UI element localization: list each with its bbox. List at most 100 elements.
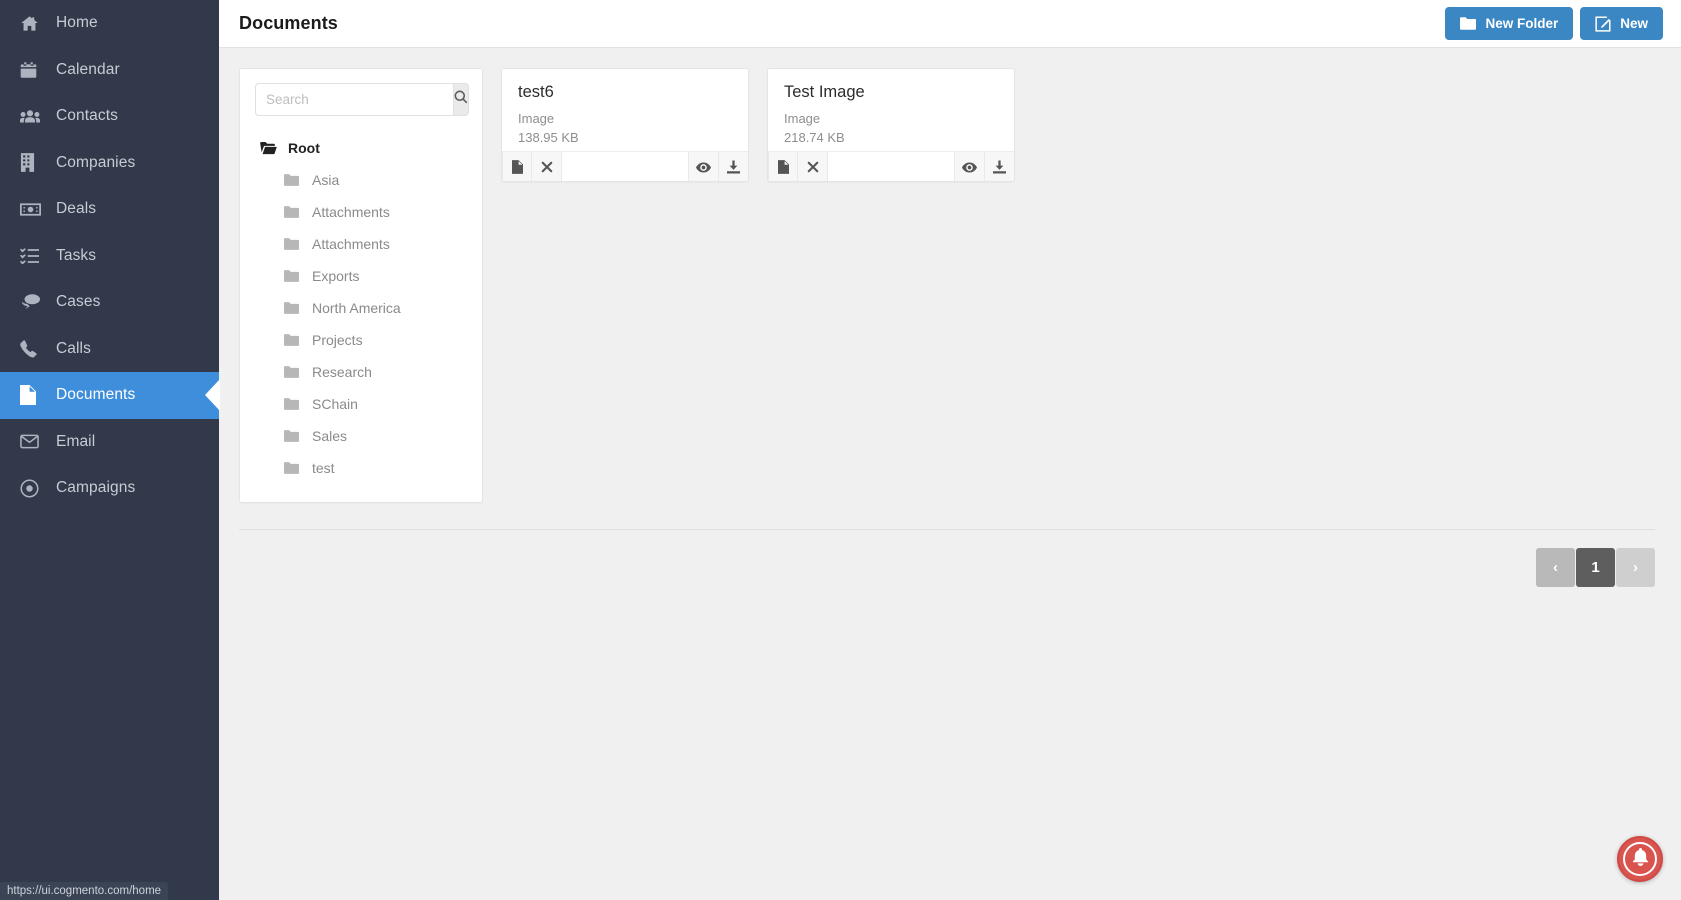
sidebar-item-documents[interactable]: Documents [0,372,219,419]
document-size: 138.95 KB [518,130,579,146]
content-top-row: Root Asia Attachments Attachments [239,68,1681,503]
tree-node-label: SChain [312,396,358,412]
sidebar-item-cases[interactable]: Cases [0,279,219,326]
folder-icon [1460,17,1477,30]
search-icon [454,90,468,109]
sidebar-item-calls[interactable]: Calls [0,326,219,373]
document-card-body: Test Image Image 218.74 KB [768,69,1014,151]
sidebar-item-label: Companies [56,153,136,171]
tree-node-label: Exports [312,268,360,284]
bell-icon [1632,847,1649,871]
file-icon [511,160,523,174]
tree-node-label: Root [288,140,320,156]
new-label: New [1620,16,1648,31]
tree-node-label: Projects [312,332,363,348]
eye-icon [696,162,711,173]
money-icon [20,203,50,216]
sidebar-item-deals[interactable]: Deals [0,186,219,233]
sidebar-item-campaigns[interactable]: Campaigns [0,465,219,512]
tree-node-root[interactable]: Root [254,132,468,164]
sidebar-item-tasks[interactable]: Tasks [0,233,219,280]
tree-node-folder[interactable]: test [254,452,468,484]
document-delete-button[interactable] [798,152,828,181]
document-preview-button[interactable] [688,152,718,181]
content-area: Root Asia Attachments Attachments [219,48,1681,900]
topbar-actions: New Folder New [1445,7,1663,40]
pagination-row: ‹ 1 › [239,530,1681,587]
tree-node-folder[interactable]: North America [254,292,468,324]
document-card-footer [502,151,748,181]
folder-search [255,83,469,116]
new-button[interactable]: New [1580,7,1663,40]
folder-icon [284,334,308,346]
folder-icon [284,238,308,250]
file-icon [777,160,789,174]
close-icon [541,161,553,173]
pagination-prev-button[interactable]: ‹ [1536,548,1575,587]
new-folder-button[interactable]: New Folder [1445,7,1574,40]
folder-icon [284,430,308,442]
document-download-button[interactable] [718,152,748,181]
footer-spacer [828,152,954,181]
search-button[interactable] [453,83,469,116]
sidebar-item-email[interactable]: Email [0,419,219,466]
tree-node-label: Sales [312,428,348,444]
sidebar-item-label: Documents [56,386,136,404]
document-card-body: test6 Image 138.95 KB [502,69,748,151]
download-icon [993,160,1006,174]
page-title: Documents [239,13,338,33]
pagination: ‹ 1 › [1536,548,1655,587]
sidebar-item-label: Deals [56,200,97,218]
tree-node-folder[interactable]: Sales [254,420,468,452]
document-size: 218.74 KB [784,130,845,146]
sidebar-item-calendar[interactable]: Calendar [0,47,219,94]
document-name: test6 [518,83,554,101]
tree-node-folder[interactable]: Exports [254,260,468,292]
tree-node-folder[interactable]: Asia [254,164,468,196]
tree-node-folder[interactable]: Attachments [254,196,468,228]
sidebar-item-label: Home [56,14,98,32]
sidebar-item-companies[interactable]: Companies [0,140,219,187]
tree-node-label: Asia [312,172,340,188]
tree-node-label: Research [312,364,372,380]
tree-node-folder[interactable]: Research [254,356,468,388]
tree-node-folder[interactable]: Projects [254,324,468,356]
sidebar-item-contacts[interactable]: Contacts [0,93,219,140]
calendar-icon [20,61,50,79]
pagination-page-1[interactable]: 1 [1576,548,1615,587]
sidebar-item-home[interactable]: Home [0,0,219,47]
document-type: Image [518,110,555,126]
document-card[interactable]: Test Image Image 218.74 KB [767,68,1015,182]
sidebar-item-label: Campaigns [56,479,136,497]
pagination-next-button[interactable]: › [1616,548,1655,587]
folder-icon [284,366,308,378]
sidebar-item-label: Calendar [56,60,120,78]
tree-node-folder[interactable]: SChain [254,388,468,420]
sidebar-item-label: Contacts [56,107,118,125]
folder-tree-panel: Root Asia Attachments Attachments [239,68,483,503]
folder-icon [284,270,308,282]
sidebar-item-label: Email [56,432,96,450]
document-details-button[interactable] [768,152,798,181]
notification-button[interactable] [1617,836,1663,882]
tree-node-folder[interactable]: Attachments [254,228,468,260]
document-delete-button[interactable] [532,152,562,181]
phone-icon [20,340,50,358]
tree-node-label: North America [312,300,401,316]
sidebar-item-label: Cases [56,293,101,311]
envelope-icon [20,434,50,449]
document-card[interactable]: test6 Image 138.95 KB [501,68,749,182]
document-download-button[interactable] [984,152,1014,181]
search-input[interactable] [255,83,453,116]
document-card-footer [768,151,1014,181]
topbar: Documents New Folder New [219,0,1681,48]
document-preview-button[interactable] [954,152,984,181]
documents-grid: test6 Image 138.95 KB Test Image Image 2… [501,68,1015,182]
home-icon [20,14,50,33]
document-details-button[interactable] [502,152,532,181]
document-name: Test Image [784,83,865,101]
folder-icon [284,206,308,218]
document-icon [20,385,50,406]
building-icon [20,153,50,173]
app-root: Home Calendar Contacts Companies Deals T… [0,0,1681,900]
